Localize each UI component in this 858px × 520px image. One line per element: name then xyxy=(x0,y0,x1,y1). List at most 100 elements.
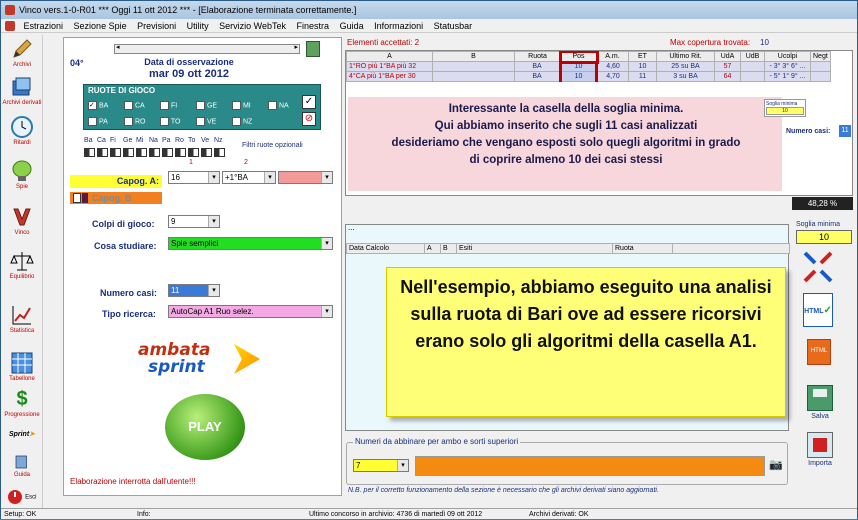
column-header[interactable]: Ultimo Rit. xyxy=(656,51,715,62)
checkbox[interactable] xyxy=(196,116,205,126)
table-row[interactable]: 1°RO più 1°BA più 32 BA 10 4,60 10 25 su BA 57… xyxy=(346,61,831,72)
numero-dropdown[interactable]: 11 ▾ xyxy=(168,284,220,297)
ruota-checkbox-to[interactable]: TO xyxy=(160,116,196,126)
filter-toggle[interactable] xyxy=(175,148,186,157)
column-header[interactable]: UdB xyxy=(740,51,765,62)
filter-toggle[interactable] xyxy=(188,148,199,157)
checkbox[interactable] xyxy=(268,100,277,110)
column-header[interactable]: Negt xyxy=(810,51,831,62)
ruota-checkbox-ca[interactable]: CA xyxy=(124,100,160,110)
toolbar-esci[interactable]: Esci xyxy=(1,489,43,505)
toolbar-tabellone[interactable]: Tabellone xyxy=(1,351,43,382)
column-header[interactable]: UdA xyxy=(714,51,741,62)
numeri-input[interactable] xyxy=(415,456,765,476)
toolbar-statistica[interactable]: Statistica xyxy=(1,303,43,334)
checkbox[interactable] xyxy=(232,116,241,126)
filter-toggle[interactable] xyxy=(97,148,108,157)
capog-b-toggle[interactable] xyxy=(73,193,81,203)
menu-previsioni[interactable]: Previsioni xyxy=(133,19,180,33)
checkbox[interactable] xyxy=(124,116,133,126)
scroll-right-icon[interactable]: ▸ xyxy=(294,43,298,51)
checkbox[interactable] xyxy=(160,100,169,110)
toolbar-archivi-derivati[interactable]: Archivi derivati xyxy=(1,75,43,106)
shrink-icon[interactable] xyxy=(801,249,835,285)
checkbox[interactable] xyxy=(124,100,133,110)
calc-icon[interactable] xyxy=(306,41,320,57)
colpi-dropdown[interactable]: 9 ▾ xyxy=(168,215,220,228)
menu-statusbar[interactable]: Statusbar xyxy=(430,19,477,33)
column-header[interactable]: Esiti xyxy=(456,243,613,254)
column-header[interactable]: B xyxy=(432,51,515,62)
column-header[interactable]: Ruota xyxy=(514,51,561,62)
capog-a-num-dropdown[interactable]: 16 ▾ xyxy=(168,171,220,184)
column-header[interactable]: A.m. xyxy=(596,51,629,62)
toolbar-vinco[interactable]: Vinco xyxy=(1,205,43,236)
ruota-label: PA xyxy=(97,118,108,125)
column-header[interactable]: Ucolpi xyxy=(764,51,811,62)
column-header[interactable]: Ruota xyxy=(612,243,673,254)
checkbox[interactable] xyxy=(88,116,97,126)
ruota-checkbox-na[interactable]: NA xyxy=(268,100,304,110)
filter-toggle[interactable] xyxy=(110,148,121,157)
camera-icon[interactable]: 📷 xyxy=(769,458,783,472)
checkbox[interactable] xyxy=(232,100,241,110)
table-row[interactable]: 4°CA più 1°BA per 30 BA 10 4,70 11 3 su BA 64 -… xyxy=(346,71,831,82)
menu-finestra[interactable]: Finestra xyxy=(293,19,334,33)
toolbar-guida[interactable]: Guida xyxy=(1,453,43,478)
column-header[interactable]: A xyxy=(346,51,433,62)
import-icon[interactable] xyxy=(807,432,833,458)
numeri-dropdown[interactable]: 7 ▾ xyxy=(353,459,409,472)
select-all-check-icon[interactable]: ✓ xyxy=(302,95,316,109)
ruota-checkbox-ve[interactable]: VE xyxy=(196,116,232,126)
checkbox[interactable] xyxy=(196,100,205,110)
column-header[interactable]: ET xyxy=(628,51,657,62)
toolbar-equilibrio[interactable]: Equilibrio xyxy=(1,249,43,280)
ruota-checkbox-mi[interactable]: MI xyxy=(232,100,268,110)
toolbar-spie[interactable]: Spie xyxy=(1,159,43,190)
app-icon xyxy=(5,5,15,15)
ruota-checkbox-fi[interactable]: FI xyxy=(160,100,196,110)
toolbar-progressione[interactable]: $ Progressione xyxy=(1,387,43,418)
scroll-left-icon[interactable]: ◂ xyxy=(116,43,120,51)
ruota-checkbox-pa[interactable]: PA xyxy=(88,116,124,126)
filter-toggle[interactable] xyxy=(123,148,134,157)
cosa-dropdown[interactable]: Spie semplici ▾ xyxy=(168,237,333,250)
save-icon[interactable] xyxy=(807,385,833,411)
tipo-dropdown[interactable]: AutoCap A1 Ruo selez. ▾ xyxy=(168,305,333,318)
menu-estrazioni[interactable]: Estrazioni xyxy=(20,19,68,33)
toolbar-ritardi[interactable]: Ritardi xyxy=(1,115,43,146)
toolbar-archivi[interactable]: Archivi xyxy=(1,37,43,68)
menu-servizio-webtek[interactable]: Servizio WebTek xyxy=(215,19,290,33)
capog-a-extra-dropdown[interactable]: ▾ xyxy=(278,171,333,184)
toolbar-sprint[interactable]: Sprint➤ xyxy=(1,430,43,438)
ruota-label: NZ xyxy=(241,118,253,125)
play-button[interactable]: PLAY xyxy=(165,394,245,460)
column-header[interactable]: B xyxy=(440,243,457,254)
ruota-checkbox-ge[interactable]: GE xyxy=(196,100,232,110)
menu-sezione-spie[interactable]: Sezione Spie xyxy=(70,19,131,33)
menu-informazioni[interactable]: Informazioni xyxy=(370,19,427,33)
column-header[interactable]: Data Calcolo xyxy=(346,243,425,254)
column-header[interactable]: Pos xyxy=(558,51,599,64)
soglia-input[interactable]: 10 xyxy=(796,230,852,244)
filter-toggle[interactable] xyxy=(136,148,147,157)
capog-a-pos-dropdown[interactable]: +1°BA ▾ xyxy=(222,171,276,184)
ruota-checkbox-nz[interactable]: NZ xyxy=(232,116,268,126)
ruota-checkbox-ba[interactable]: ✓ BA xyxy=(88,100,124,110)
menu-utility[interactable]: Utility xyxy=(183,19,213,33)
checkbox[interactable] xyxy=(160,116,169,126)
filter-toggle[interactable] xyxy=(201,148,212,157)
filter-toggle[interactable] xyxy=(214,148,225,157)
filter-toggle[interactable] xyxy=(162,148,173,157)
export-html-icon[interactable]: HTML✓ xyxy=(803,293,833,327)
doc-icon[interactable] xyxy=(5,21,15,31)
column-header[interactable]: A xyxy=(424,243,441,254)
horizontal-scrollbar[interactable]: ◂ ▸ xyxy=(114,44,300,54)
menu-guida[interactable]: Guida xyxy=(336,19,368,33)
html-file-icon[interactable]: HTML xyxy=(807,339,831,365)
filter-toggle[interactable] xyxy=(149,148,160,157)
deselect-all-icon[interactable]: ⊘ xyxy=(302,112,316,126)
checkbox[interactable]: ✓ xyxy=(88,100,97,110)
filter-toggle[interactable] xyxy=(84,148,95,157)
ruota-checkbox-ro[interactable]: RO xyxy=(124,116,160,126)
